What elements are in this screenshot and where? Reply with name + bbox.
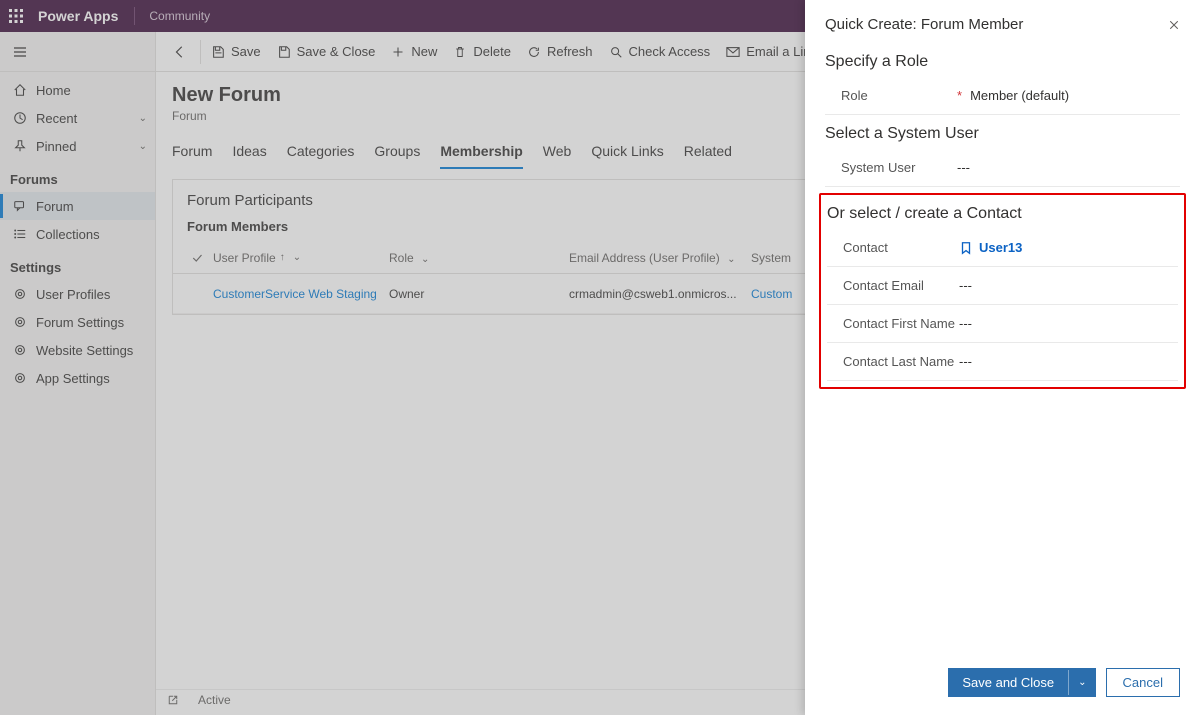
save-and-close-button[interactable]: Save and Close ⌄	[948, 668, 1095, 697]
field-contact-last-value[interactable]: ---	[959, 354, 1178, 369]
save-dropdown-button[interactable]: ⌄	[1068, 670, 1095, 695]
quick-create-footer: Save and Close ⌄ Cancel	[805, 656, 1200, 715]
field-contact-label: Contact	[827, 240, 959, 255]
field-role[interactable]: Role * Member (default)	[825, 77, 1180, 115]
field-contact-last[interactable]: Contact Last Name ---	[827, 343, 1178, 381]
quick-create-title: Quick Create: Forum Member	[825, 16, 1023, 33]
field-role-value[interactable]: Member (default)	[970, 88, 1180, 103]
field-contact[interactable]: Contact User13	[827, 229, 1178, 267]
qc-section-role: Specify a Role	[825, 43, 1180, 77]
cancel-button[interactable]: Cancel	[1106, 668, 1180, 697]
contact-section-highlight: Or select / create a Contact Contact Use…	[819, 193, 1186, 389]
field-contact-email-label: Contact Email	[827, 278, 959, 293]
field-system-user-value[interactable]: ---	[957, 160, 1180, 175]
field-contact-last-label: Contact Last Name	[827, 354, 959, 369]
contact-entity-icon	[959, 241, 973, 255]
qc-section-system-user: Select a System User	[825, 115, 1180, 149]
quick-create-body: Specify a Role Role * Member (default) S…	[805, 43, 1200, 656]
required-indicator: *	[957, 88, 970, 103]
field-contact-first-label: Contact First Name	[827, 316, 959, 331]
quick-create-panel: Quick Create: Forum Member Specify a Rol…	[805, 0, 1200, 715]
field-contact-email[interactable]: Contact Email ---	[827, 267, 1178, 305]
field-contact-text: User13	[979, 240, 1022, 255]
field-contact-value[interactable]: User13	[959, 240, 1178, 255]
field-contact-first-value[interactable]: ---	[959, 316, 1178, 331]
field-contact-first[interactable]: Contact First Name ---	[827, 305, 1178, 343]
save-and-close-label: Save and Close	[948, 668, 1068, 697]
qc-section-contact: Or select / create a Contact	[821, 195, 1184, 229]
field-contact-email-value[interactable]: ---	[959, 278, 1178, 293]
field-system-user-label: System User	[825, 160, 957, 175]
close-button[interactable]	[1168, 19, 1180, 31]
field-system-user[interactable]: System User ---	[825, 149, 1180, 187]
field-role-label: Role	[825, 88, 957, 103]
